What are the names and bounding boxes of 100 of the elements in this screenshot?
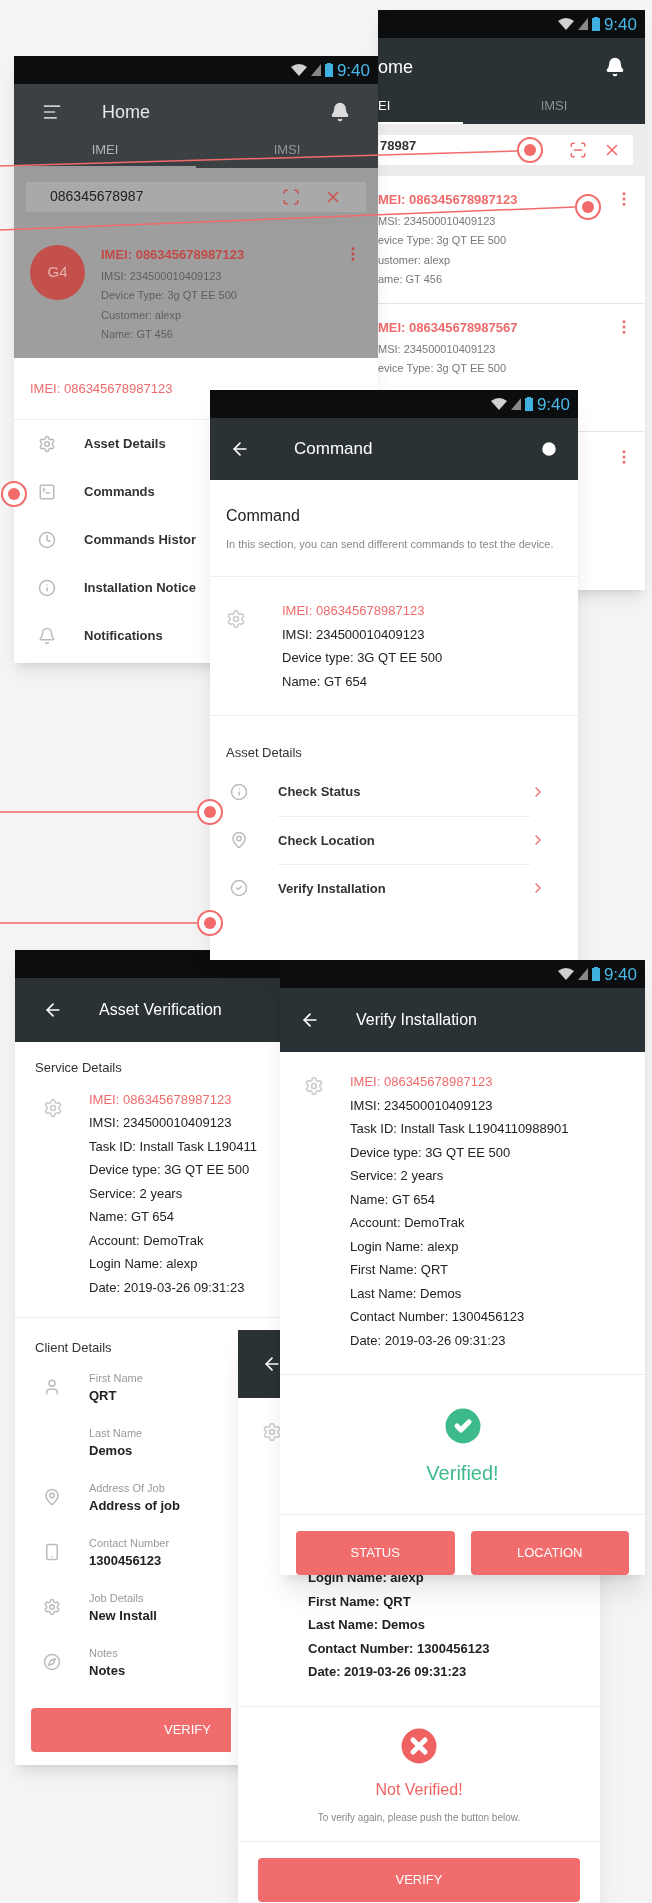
bell-icon xyxy=(38,627,56,645)
section-heading: Client Details xyxy=(35,1339,113,1357)
status-time: 9:40 xyxy=(336,61,370,79)
field-label: First Name xyxy=(89,1370,143,1386)
gear-icon xyxy=(226,609,246,629)
imei-text: IMEI: 086345678987123 xyxy=(350,1073,494,1091)
field-value: QRT xyxy=(89,1387,118,1405)
device-detail-text: Device Type: 3g QT EE 500 xyxy=(101,288,238,303)
imei-text: IMEI: 086345678987123 xyxy=(282,602,426,620)
status-time: 9:40 xyxy=(536,395,570,413)
pin-icon xyxy=(230,831,248,849)
sheet-imei: IMEI: 086345678987123 xyxy=(30,379,173,398)
info-icon xyxy=(230,783,248,801)
wifi-icon xyxy=(557,18,574,30)
device-detail-text: Last Name: Demos xyxy=(350,1284,463,1303)
device-detail-text: Date: 2019-03-26 09:31:23 xyxy=(308,1663,468,1681)
gear-icon xyxy=(43,1097,63,1118)
imei-text: IMEI: 086345678987123 xyxy=(101,246,246,264)
gear-icon xyxy=(262,1422,282,1442)
menu-icon[interactable] xyxy=(42,102,62,122)
menu-item[interactable]: Notifications xyxy=(30,612,210,660)
action-label: Verify Installation xyxy=(278,864,530,912)
wifi-icon xyxy=(490,398,507,410)
device-detail-text: Service: 2 years xyxy=(350,1167,445,1185)
imei-text: MEI: 086345678987567 xyxy=(378,319,518,337)
device-detail-text: Device type: 3G QT EE 500 xyxy=(89,1161,251,1179)
menu-item-label: Installation Notice xyxy=(84,579,196,598)
notification-bell-icon[interactable] xyxy=(330,102,350,122)
device-detail-text: Date: 2019-03-26 09:31:23 xyxy=(89,1278,246,1297)
field-label: Job Details xyxy=(89,1590,145,1606)
pin-icon xyxy=(43,1487,61,1506)
compass-icon xyxy=(43,1652,61,1671)
field-value: Notes xyxy=(89,1662,126,1680)
battery-icon xyxy=(324,63,333,77)
device-detail-text: Name: GT 654 xyxy=(282,672,369,691)
screen-title: Verify Installation xyxy=(356,1010,477,1030)
result-text: Verified! xyxy=(426,1460,499,1486)
menu-item[interactable]: Commands Histor xyxy=(30,516,210,564)
section-heading: Asset Details xyxy=(226,745,302,760)
tab[interactable]: IMSI xyxy=(463,96,645,124)
device-detail-text: Last Name: Demos xyxy=(308,1616,427,1634)
device-detail-text: ustomer: alexp xyxy=(378,252,452,268)
screen-title: ome xyxy=(378,55,413,79)
device-detail-text: Name: GT 654 xyxy=(89,1208,176,1226)
field-label: Notes xyxy=(89,1645,119,1661)
search-field[interactable]: 78987 xyxy=(378,135,633,165)
avatar: G4 xyxy=(30,245,85,300)
device-detail-text: Login Name: alexp xyxy=(89,1255,199,1273)
device-detail-text: Name: GT 654 xyxy=(350,1190,437,1209)
battery-icon xyxy=(524,397,533,411)
device-detail-text: First Name: QRT xyxy=(308,1592,412,1611)
section-heading: Service Details xyxy=(35,1059,123,1077)
battery-icon xyxy=(591,967,600,981)
action-label: Check Location xyxy=(278,816,530,864)
menu-item-label: Asset Details xyxy=(84,435,166,454)
gear-icon xyxy=(304,1076,324,1096)
screen-title: Command xyxy=(294,438,374,461)
action-row[interactable]: Verify Installation xyxy=(210,864,578,912)
barcode-scan-icon[interactable] xyxy=(569,141,587,159)
device-detail-text: Account: DemoTrak xyxy=(350,1214,466,1232)
field-value: New Install xyxy=(89,1607,157,1625)
device-detail-text: IMSI: 234500010409123 xyxy=(89,1114,233,1132)
screen-title: Asset Verification xyxy=(99,1000,222,1020)
battery-icon xyxy=(591,17,600,31)
status-time: 9:40 xyxy=(603,965,637,983)
device-detail-text: MSI: 234500010409123 xyxy=(378,213,497,229)
action-label: Check Status xyxy=(278,783,362,802)
wifi-icon xyxy=(557,968,574,980)
action-row[interactable]: Check Location xyxy=(210,816,578,864)
device-detail-text: Login Name: alexp xyxy=(350,1237,460,1256)
signal-icon xyxy=(577,968,588,980)
menu-item[interactable]: Asset Details xyxy=(30,420,210,468)
signal-icon xyxy=(310,64,321,76)
device-detail-text: First Name: QRT xyxy=(350,1261,449,1279)
section-description: In this section, you can send different commands to test the device. xyxy=(226,537,555,552)
device-detail-text: Service: 2 years xyxy=(89,1184,184,1203)
device-detail-text: Contact Number: 1300456123 xyxy=(308,1639,490,1658)
menu-item[interactable]: Installation Notice xyxy=(30,564,210,612)
result-text: Not Verified! xyxy=(375,1780,463,1800)
menu-item[interactable]: Commands xyxy=(30,468,210,516)
wifi-icon xyxy=(290,64,307,76)
field-label: Address Of Job xyxy=(89,1480,166,1496)
section-heading: Command xyxy=(226,506,301,526)
device-detail-text: Contact Number: 1300456123 xyxy=(350,1308,526,1326)
device-detail-text: Task ID: Install Task L1904110988901 xyxy=(350,1120,569,1138)
menu-item-label: Commands Histor xyxy=(84,531,196,550)
signal-icon xyxy=(577,18,588,30)
field-value: Demos xyxy=(89,1442,134,1460)
device-detail-text: evice Type: 3g QT EE 500 xyxy=(378,233,507,248)
person-icon xyxy=(43,1377,61,1396)
info-icon xyxy=(38,579,56,597)
field-value: Address of job xyxy=(89,1497,180,1515)
notification-bell-icon[interactable] xyxy=(605,57,625,77)
device-detail-text: Date: 2019-03-26 09:31:23 xyxy=(350,1331,507,1350)
imei-text: IMEI: 086345678987123 xyxy=(89,1090,233,1109)
device-detail-text: IMSI: 234500010409123 xyxy=(350,1096,494,1115)
check-circle-icon xyxy=(230,879,248,897)
action-row[interactable]: Check Status xyxy=(210,768,578,816)
device-detail-text: Name: GT 456 xyxy=(101,327,174,342)
search-value: 086345678987 xyxy=(50,187,145,206)
